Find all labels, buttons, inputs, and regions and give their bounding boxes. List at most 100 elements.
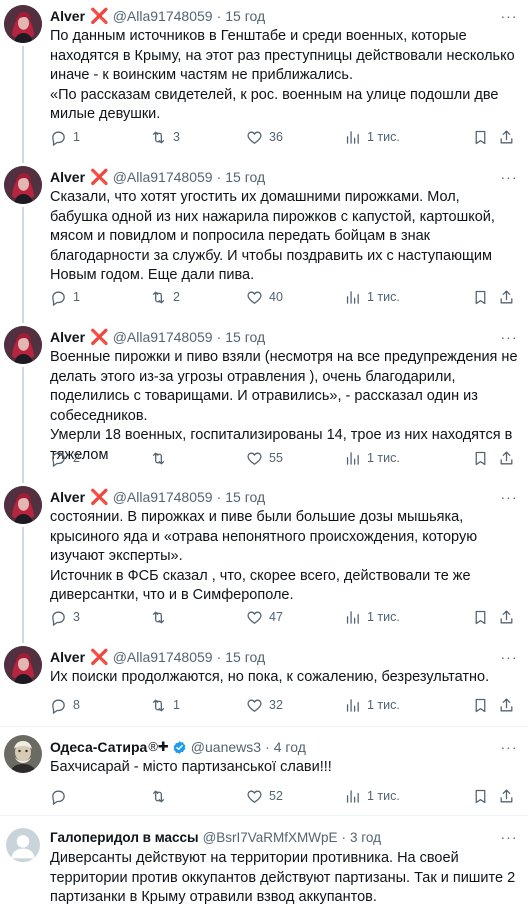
author-name[interactable]: Галоперидол в массы xyxy=(50,830,199,845)
more-options-icon[interactable]: ··· xyxy=(500,738,518,756)
views-button[interactable]: 1 тис. xyxy=(344,608,400,626)
share-button[interactable] xyxy=(498,608,515,626)
more-options-icon[interactable]: ··· xyxy=(500,328,518,346)
share-button[interactable] xyxy=(498,449,515,467)
tweet[interactable]: Alver ❌ @Alla91748059 · 15 год ··· состо… xyxy=(0,483,528,643)
timestamp[interactable]: 15 год xyxy=(225,169,265,185)
timestamp[interactable]: 3 год xyxy=(350,830,381,845)
views-button[interactable]: 1 тис. xyxy=(344,696,400,714)
heart-icon xyxy=(246,289,263,306)
thread-line xyxy=(22,46,24,163)
retweet-count: 2 xyxy=(173,290,180,304)
tweet-actions: 1 2 40 1 тис. xyxy=(50,288,520,306)
author-handle[interactable]: @Alla91748059 xyxy=(113,649,213,665)
heart-icon xyxy=(246,697,263,714)
tweet[interactable]: Alver ❌ @Alla91748059 · 15 год ··· Военн… xyxy=(0,323,528,483)
tweet-text: Диверсанты действуют на территории проти… xyxy=(50,850,516,905)
share-button[interactable] xyxy=(498,696,515,714)
views-button[interactable]: 1 тис. xyxy=(344,128,400,146)
tweet-text: Военные пирожки и пиво взяли (несмотря н… xyxy=(50,349,518,463)
tweet[interactable]: Одеса-Сатира ®✚ @uanews3 · 4 год ··· Бах… xyxy=(0,726,528,815)
bookmark-button[interactable] xyxy=(472,449,489,467)
bookmark-button[interactable] xyxy=(472,787,489,805)
author-handle[interactable]: @Alla91748059 xyxy=(113,169,213,185)
like-button[interactable]: 52 xyxy=(246,787,283,805)
tweet-actions: 52 1 тис. xyxy=(50,787,520,805)
more-options-icon[interactable]: ··· xyxy=(500,168,518,186)
avatar[interactable] xyxy=(4,486,42,524)
more-options-icon[interactable]: ··· xyxy=(500,7,518,25)
avatar[interactable] xyxy=(4,166,42,204)
share-icon xyxy=(498,289,515,306)
separator-dot: · xyxy=(265,739,270,755)
retweet-button[interactable] xyxy=(150,787,173,805)
timestamp[interactable]: 15 год xyxy=(225,649,265,665)
reply-button[interactable]: 2 xyxy=(50,449,80,467)
views-count: 1 тис. xyxy=(367,789,400,803)
retweet-button[interactable]: 2 xyxy=(150,288,180,306)
author-handle[interactable]: @uanews3 xyxy=(191,739,261,755)
like-button[interactable]: 55 xyxy=(246,449,283,467)
avatar[interactable] xyxy=(6,828,40,862)
tweet[interactable]: Alver ❌ @Alla91748059 · 15 год ··· Сказа… xyxy=(0,163,528,323)
bookmark-button[interactable] xyxy=(472,128,489,146)
avatar[interactable] xyxy=(4,326,42,364)
red-x-icon: ❌ xyxy=(90,168,109,186)
retweet-button[interactable] xyxy=(150,608,173,626)
timestamp[interactable]: 15 год xyxy=(225,489,265,505)
author-handle[interactable]: @BsrI7VaRMfXMWpE xyxy=(203,830,338,845)
timestamp[interactable]: 15 год xyxy=(225,8,265,24)
retweet-button[interactable]: 3 xyxy=(150,128,180,146)
author-name[interactable]: Alver xyxy=(50,329,85,345)
views-button[interactable]: 1 тис. xyxy=(344,787,400,805)
bookmark-button[interactable] xyxy=(472,696,489,714)
tweet-text: Сказали, что хотят угостить их домашними… xyxy=(50,189,495,283)
bookmark-button[interactable] xyxy=(472,608,489,626)
heart-icon xyxy=(246,129,263,146)
share-icon xyxy=(498,450,515,467)
reply-button[interactable] xyxy=(50,787,73,805)
tweet[interactable]: Alver ❌ @Alla91748059 · 15 год ··· Их по… xyxy=(0,643,528,726)
share-button[interactable] xyxy=(498,787,515,805)
retweet-button[interactable]: 1 xyxy=(150,696,180,714)
more-options-icon[interactable]: ··· xyxy=(500,488,518,506)
share-button[interactable] xyxy=(498,128,515,146)
like-button[interactable]: 32 xyxy=(246,696,283,714)
reply-count: 8 xyxy=(73,698,80,712)
like-button[interactable]: 36 xyxy=(246,128,283,146)
author-handle[interactable]: @Alla91748059 xyxy=(113,489,213,505)
tweet-actions: 2 55 1 тис. xyxy=(50,449,520,467)
tweet[interactable]: Галоперидол в массы @BsrI7VaRMfXMWpE · 3… xyxy=(0,815,528,905)
like-count: 40 xyxy=(269,290,283,304)
views-button[interactable]: 1 тис. xyxy=(344,288,400,306)
share-button[interactable] xyxy=(498,288,515,306)
like-button[interactable]: 40 xyxy=(246,288,283,306)
tweet-header: Alver ❌ @Alla91748059 · 15 год xyxy=(50,7,494,25)
views-icon xyxy=(344,450,361,467)
author-handle[interactable]: @Alla91748059 xyxy=(113,8,213,24)
more-options-icon[interactable]: ··· xyxy=(500,648,518,666)
more-options-icon[interactable]: ··· xyxy=(500,828,518,846)
author-name[interactable]: Alver xyxy=(50,489,85,505)
author-name[interactable]: Alver xyxy=(50,649,85,665)
reply-button[interactable]: 1 xyxy=(50,288,80,306)
avatar[interactable] xyxy=(4,735,42,773)
reply-button[interactable]: 3 xyxy=(50,608,80,626)
bookmark-button[interactable] xyxy=(472,288,489,306)
reply-button[interactable]: 1 xyxy=(50,128,80,146)
avatar[interactable] xyxy=(4,5,42,43)
views-button[interactable]: 1 тис. xyxy=(344,449,400,467)
author-name[interactable]: Alver xyxy=(50,8,85,24)
timestamp[interactable]: 15 год xyxy=(225,329,265,345)
author-name[interactable]: Alver xyxy=(50,169,85,185)
timestamp[interactable]: 4 год xyxy=(274,739,306,755)
author-handle[interactable]: @Alla91748059 xyxy=(113,329,213,345)
avatar[interactable] xyxy=(4,646,42,684)
tweet[interactable]: Alver ❌ @Alla91748059 · 15 год ··· По да… xyxy=(0,0,528,163)
retweet-icon xyxy=(150,609,167,626)
like-button[interactable]: 47 xyxy=(246,608,283,626)
author-name[interactable]: Одеса-Сатира xyxy=(50,739,147,755)
emoji-badges: ®✚ xyxy=(148,739,169,754)
reply-button[interactable]: 8 xyxy=(50,696,80,714)
retweet-button[interactable] xyxy=(150,449,173,467)
